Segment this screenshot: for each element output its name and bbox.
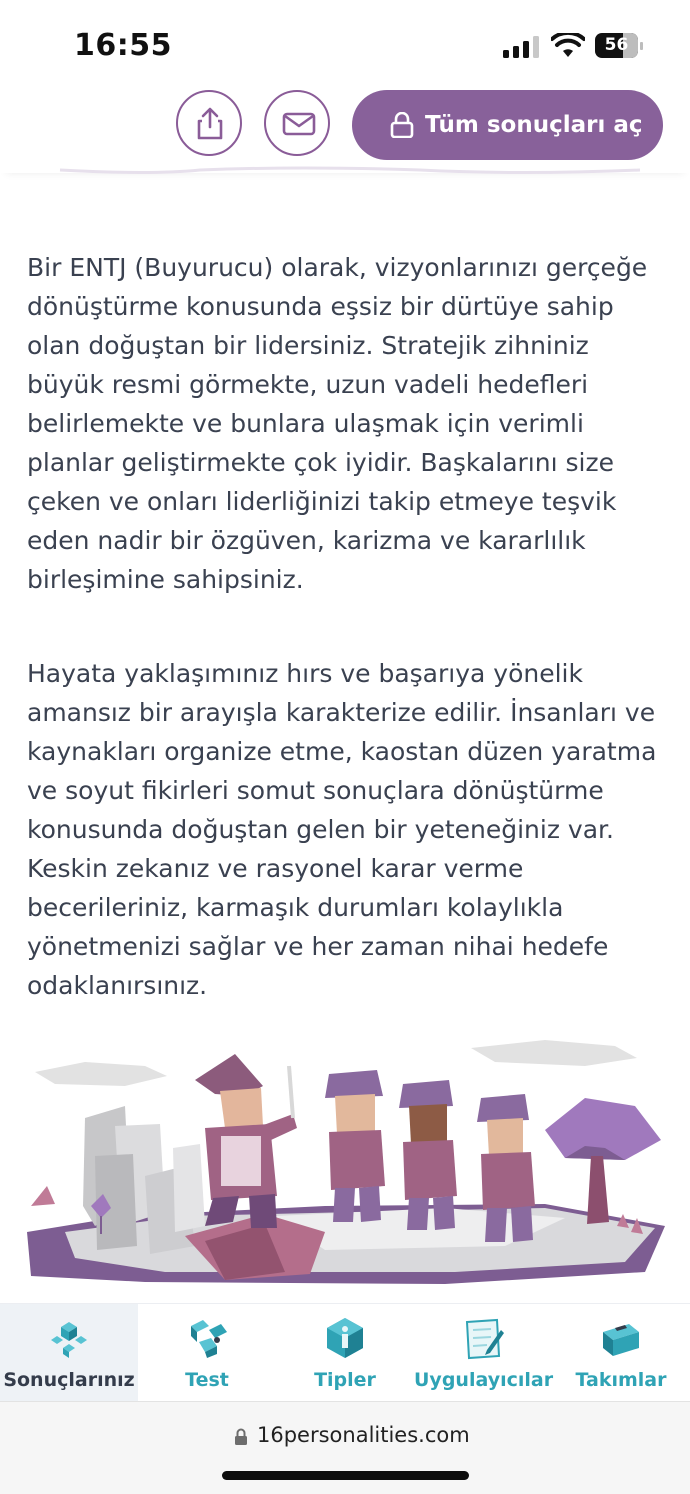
battery-level: 56 [604,35,629,55]
share-button[interactable] [176,90,242,156]
bottom-navigation: Sonuçlarınız Test Tipler Uygulayıcılar T… [0,1303,690,1401]
top-action-bar: Tüm sonuçları aç [0,85,690,173]
url-text[interactable]: 16personalities.com [257,1423,470,1447]
browser-url-bar[interactable]: 16personalities.com [0,1401,690,1494]
nav-item-results[interactable]: Sonuçlarınız [0,1304,138,1401]
status-time: 16:55 [74,28,172,63]
nav-item-test[interactable]: Test [138,1304,276,1401]
unlock-all-results-button[interactable]: Tüm sonuçları aç [352,90,663,160]
unlock-button-label: Tüm sonuçları aç [425,112,643,138]
description-paragraph-1: Bir ENTJ (Buyurucu) olarak, vizyonlarını… [27,253,648,594]
nav-label-test: Test [185,1369,229,1391]
battery-indicator: 56 [595,33,643,59]
share-icon [197,107,223,140]
types-icon [327,1318,363,1358]
cellular-signal-icon [503,36,539,58]
test-icon [191,1320,227,1358]
commander-illustration [27,1040,665,1284]
nav-item-teams[interactable]: Takımlar [552,1304,690,1401]
practitioners-icon [465,1318,504,1360]
mail-icon [282,112,316,136]
status-bar: 16:55 56 [0,0,690,90]
lock-icon [390,112,414,138]
lock-icon [235,1428,247,1445]
nav-label-results: Sonuçlarınız [3,1369,135,1391]
home-indicator[interactable] [222,1471,469,1480]
nav-label-practitioners: Uygulayıcılar [414,1369,554,1391]
email-button[interactable] [264,90,330,156]
nav-label-teams: Takımlar [575,1369,667,1391]
nav-item-practitioners[interactable]: Uygulayıcılar [414,1304,554,1401]
teams-icon [603,1324,639,1356]
nav-label-types: Tipler [314,1369,376,1391]
results-icon [51,1322,87,1358]
description-paragraph-2: Hayata yaklaşımınız hırs ve başarıya yön… [27,659,657,1000]
wifi-icon [551,33,585,57]
nav-item-types[interactable]: Tipler [276,1304,414,1401]
header-divider [59,166,641,174]
